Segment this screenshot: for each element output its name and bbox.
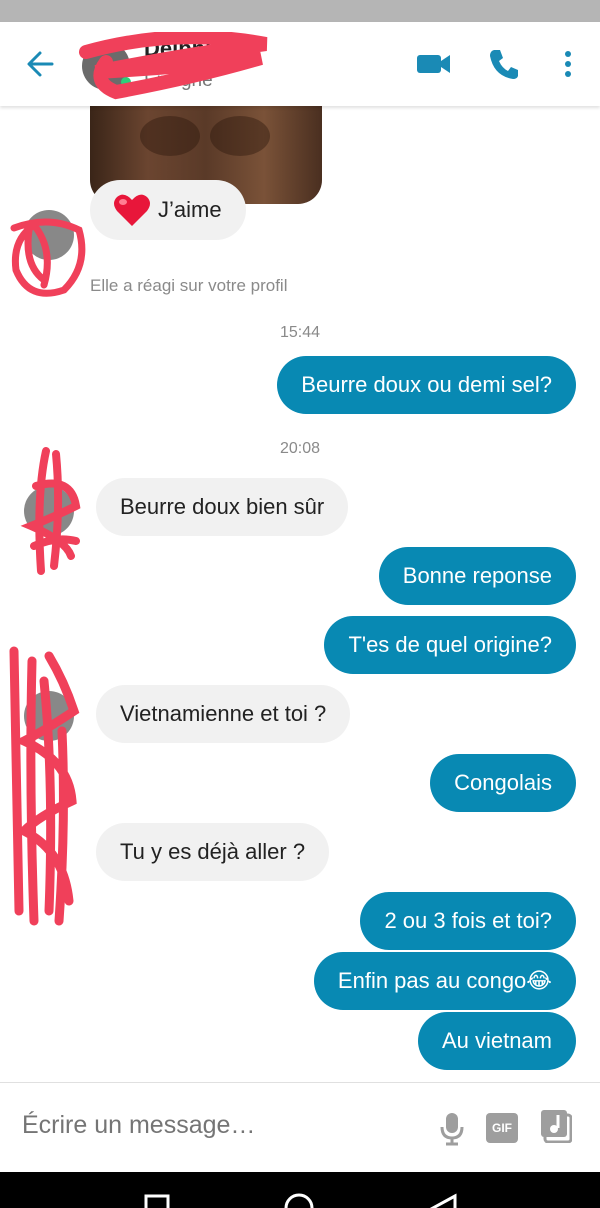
arrow-left-icon (27, 51, 54, 77)
system-nav-bar (0, 1172, 600, 1208)
contact-avatar-small[interactable] (24, 486, 74, 536)
message-input[interactable] (22, 1111, 422, 1140)
status-bar (0, 0, 600, 22)
redaction-scribble (9, 646, 80, 926)
voice-message-button[interactable] (438, 1111, 466, 1147)
more-options-button[interactable] (548, 44, 588, 84)
contact-avatar-small[interactable] (24, 210, 74, 260)
music-note-icon (541, 1110, 573, 1144)
outgoing-message[interactable]: Au vietnam (417, 1012, 576, 1070)
back-nav-button[interactable] (429, 1193, 457, 1208)
message-composer: GIF (0, 1082, 600, 1172)
music-share-button[interactable] (540, 1109, 573, 1144)
back-button[interactable] (22, 46, 62, 82)
incoming-message[interactable]: Tu y es déjà aller ? (96, 823, 330, 881)
more-vertical-icon (565, 51, 571, 77)
message-list[interactable]: J’aime Elle a réagi sur votre profil 15:… (0, 106, 600, 1082)
reaction-note: Elle a réagi sur votre profil (90, 276, 288, 295)
recent-apps-button[interactable] (144, 1194, 170, 1208)
voice-call-button[interactable] (484, 44, 524, 84)
home-button[interactable] (284, 1193, 314, 1208)
redaction-scribble (79, 32, 268, 100)
like-label: J’aime (158, 197, 222, 222)
outgoing-message[interactable]: Enfin pas au congo😂 (313, 952, 576, 1010)
phone-icon (490, 50, 518, 79)
outgoing-message[interactable]: Beurre doux ou demi sel? (277, 356, 576, 414)
timestamp: 15:44 (279, 324, 321, 341)
outgoing-message[interactable]: 2 ou 3 fois et toi? (360, 892, 576, 950)
outgoing-message[interactable]: T'es de quel origine? (324, 616, 576, 674)
video-call-button[interactable] (414, 44, 454, 84)
contact-avatar-small[interactable] (24, 691, 74, 741)
photo-detail (140, 116, 200, 156)
chat-header: Delphine En ligne (0, 22, 600, 106)
outgoing-message[interactable]: Congolais (430, 754, 576, 812)
microphone-icon (440, 1113, 464, 1146)
gif-button[interactable]: GIF (486, 1113, 518, 1143)
incoming-message[interactable]: Beurre doux bien sûr (96, 478, 349, 536)
photo-detail (210, 116, 270, 156)
timestamp: 20:08 (279, 440, 321, 457)
outgoing-message[interactable]: Bonne reponse (378, 547, 576, 605)
video-camera-icon (417, 55, 450, 73)
like-reaction: J’aime (90, 180, 246, 240)
heart-icon (114, 194, 150, 226)
incoming-message[interactable]: Vietnamienne et toi ? (96, 685, 351, 743)
